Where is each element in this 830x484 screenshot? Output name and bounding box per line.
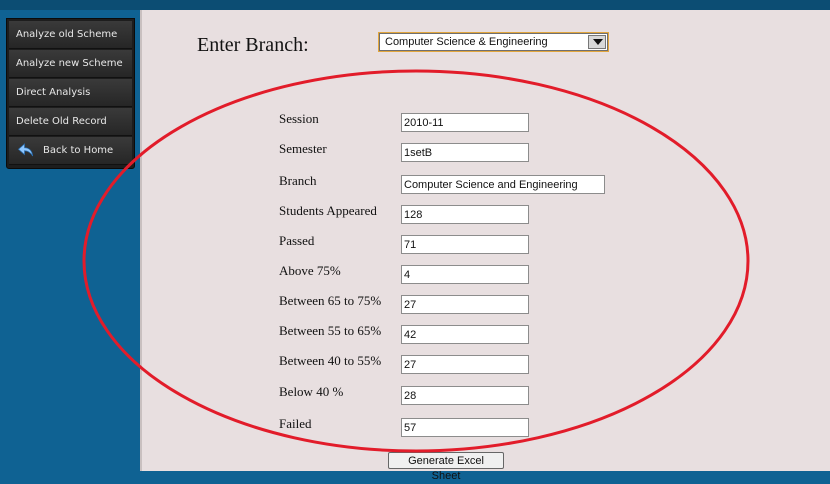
above-75-input[interactable]: 4 <box>401 265 529 284</box>
above-75-label: Above 75% <box>279 263 341 278</box>
branch-select[interactable]: Computer Science & Engineering <box>379 33 608 51</box>
failed-label: Failed <box>279 416 312 431</box>
form-row-students-appeared: Students Appeared 128 <box>279 203 609 227</box>
form-row-between-65-75: Between 65 to 75% 27 <box>279 293 609 317</box>
form-row-between-40-55: Between 40 to 55% 27 <box>279 353 609 377</box>
dropdown-arrow-icon[interactable] <box>588 35 606 49</box>
enter-branch-label: Enter Branch: <box>197 34 309 56</box>
form-row-above-75: Above 75% 4 <box>279 263 609 287</box>
form-row-between-55-65: Between 55 to 65% 42 <box>279 323 609 347</box>
students-appeared-input[interactable]: 128 <box>401 205 529 224</box>
branch-label: Branch <box>279 173 317 188</box>
below-40-label: Below 40 % <box>279 384 344 399</box>
sidebar-menu: Analyze old Scheme Analyze new Scheme Di… <box>6 18 135 169</box>
sidebar-item-direct-analysis[interactable]: Direct Analysis <box>9 79 132 107</box>
sidebar-item-back-to-home[interactable]: Back to Home <box>9 137 132 165</box>
form-row-session: Session 2010-11 <box>279 111 609 135</box>
form-row-branch: Branch Computer Science and Engineering <box>279 173 609 197</box>
back-arrow-icon <box>17 143 34 157</box>
below-40-input[interactable]: 28 <box>401 386 529 405</box>
branch-input[interactable]: Computer Science and Engineering <box>401 175 605 194</box>
between-40-55-label: Between 40 to 55% <box>279 353 382 368</box>
form-row-below-40: Below 40 % 28 <box>279 384 609 408</box>
session-label: Session <box>279 111 319 126</box>
between-55-65-label: Between 55 to 65% <box>279 323 382 338</box>
branch-select-value: Computer Science & Engineering <box>385 36 548 48</box>
main-content: Enter Branch: Computer Science & Enginee… <box>140 10 830 482</box>
form-row-semester: Semester 1setB <box>279 141 609 165</box>
form-row-failed: Failed 57 <box>279 416 609 440</box>
between-40-55-input[interactable]: 27 <box>401 355 529 374</box>
generate-excel-sheet-button[interactable]: Generate Excel Sheet <box>388 452 504 482</box>
sidebar-item-delete-old-record[interactable]: Delete Old Record <box>9 108 132 136</box>
semester-input[interactable]: 1setB <box>401 143 529 162</box>
semester-label: Semester <box>279 141 327 156</box>
between-65-75-input[interactable]: 27 <box>401 295 529 314</box>
between-65-75-label: Between 65 to 75% <box>279 293 382 308</box>
sidebar-item-analyze-old-scheme[interactable]: Analyze old Scheme <box>9 21 132 49</box>
passed-input[interactable]: 71 <box>401 235 529 254</box>
form-row-passed: Passed 71 <box>279 233 609 257</box>
session-input[interactable]: 2010-11 <box>401 113 529 132</box>
sidebar-item-analyze-new-scheme[interactable]: Analyze new Scheme <box>9 50 132 78</box>
passed-label: Passed <box>279 233 315 248</box>
sidebar: Analyze old Scheme Analyze new Scheme Di… <box>0 10 140 471</box>
students-appeared-label: Students Appeared <box>279 203 377 218</box>
between-55-65-input[interactable]: 42 <box>401 325 529 344</box>
back-to-home-label: Back to Home <box>43 145 114 156</box>
failed-input[interactable]: 57 <box>401 418 529 437</box>
